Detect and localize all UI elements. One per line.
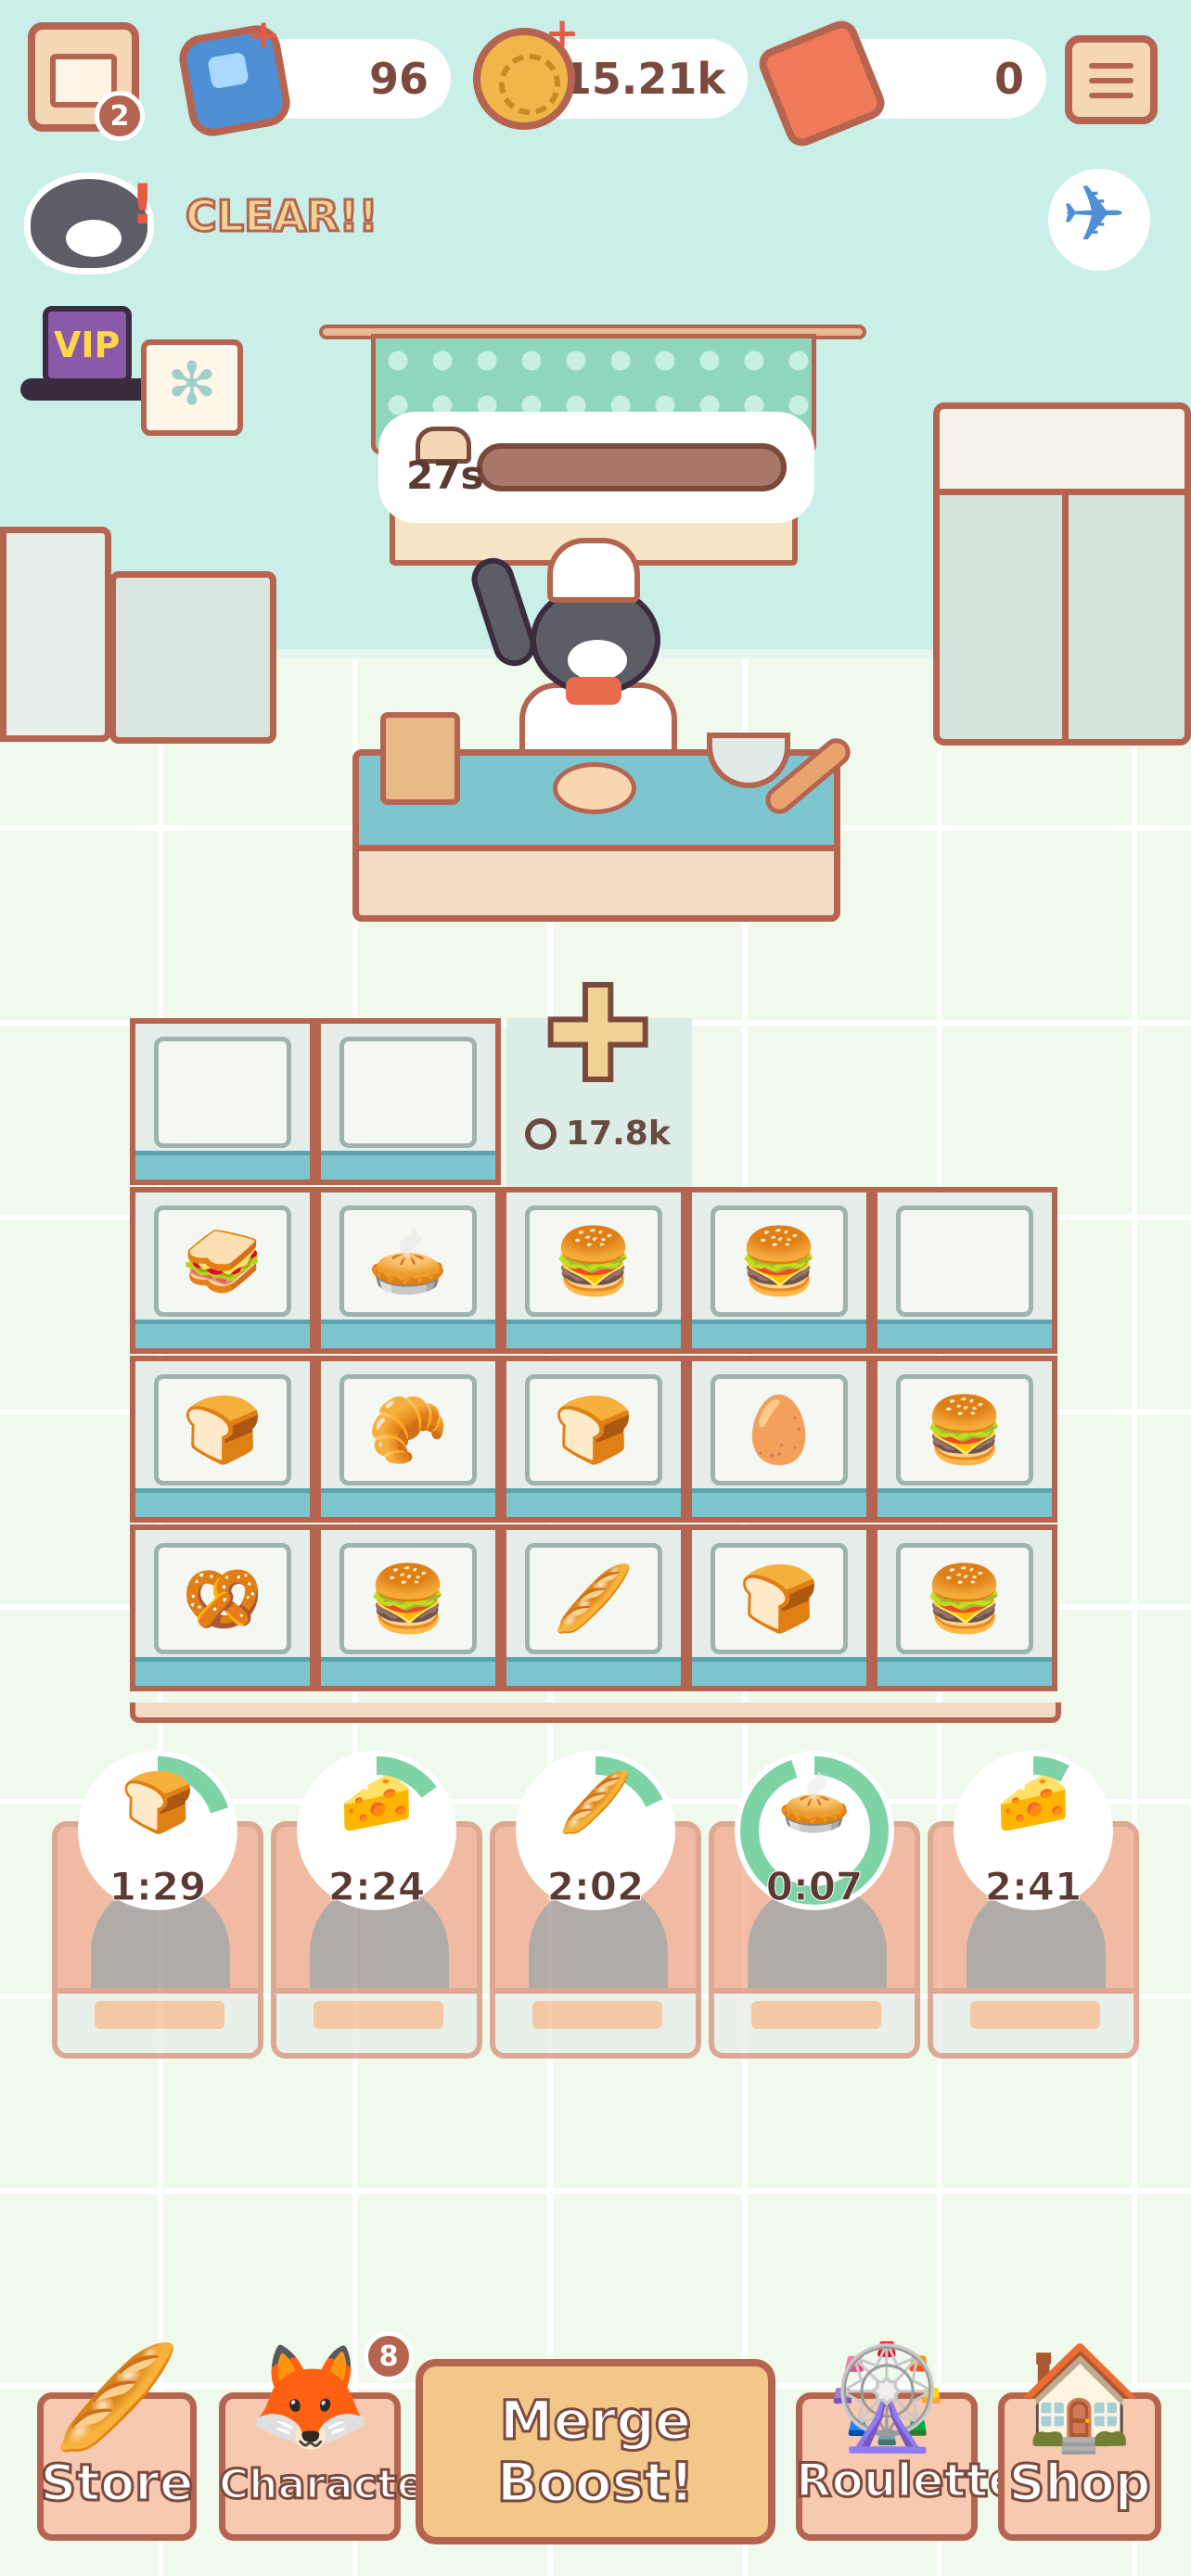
red-panda-icon: 🦊: [246, 2338, 374, 2456]
vip-button[interactable]: VIP: [20, 297, 154, 408]
empty-slot[interactable]: [315, 1018, 501, 1185]
oven-timer: 2:24: [327, 1864, 426, 1910]
bread-icon: 🥖: [558, 1768, 633, 1838]
merge-slot[interactable]: 🥚: [686, 1356, 872, 1523]
dough-icon[interactable]: 🥚: [738, 1397, 819, 1462]
merge-slot[interactable]: 🍔: [872, 1356, 1057, 1523]
merge-slot[interactable]: 🍔: [315, 1524, 501, 1691]
burger-icon[interactable]: 🍔: [924, 1397, 1005, 1462]
merge-slot[interactable]: 🍞: [686, 1524, 872, 1691]
oven-timer: 2:41: [984, 1864, 1082, 1910]
airplane-icon[interactable]: [1048, 169, 1150, 271]
dough-icon: [553, 762, 636, 814]
vip-label: VIP: [54, 325, 121, 365]
grid-base: [130, 1702, 1061, 1723]
empty-slot[interactable]: [872, 1187, 1057, 1354]
merge-slot[interactable]: 🍞: [501, 1356, 686, 1523]
clear-label: CLEAR!!: [184, 190, 378, 243]
oven-timer: 2:02: [546, 1864, 645, 1910]
baking-timer: 27s: [378, 412, 814, 523]
pie-icon[interactable]: 🥧: [367, 1229, 448, 1294]
unlock-cost: 17.8k: [525, 1115, 671, 1153]
sandwich-icon[interactable]: 🥪: [182, 1229, 263, 1294]
add-gems-icon[interactable]: +: [245, 15, 282, 56]
sink: [109, 571, 276, 744]
burger-icon[interactable]: 🍔: [553, 1229, 634, 1294]
burger-icon[interactable]: 🍔: [924, 1566, 1005, 1631]
character-label: Character: [218, 2460, 446, 2510]
merge-slot[interactable]: 🥖: [501, 1524, 686, 1691]
unlock-cost-value: 17.8k: [566, 1115, 671, 1153]
toast-icon[interactable]: 🍞: [553, 1397, 634, 1462]
shop-label: Shop: [1007, 2453, 1152, 2514]
loaf-icon[interactable]: 🍞: [738, 1566, 819, 1631]
merge-label-line2: Boost!: [495, 2450, 696, 2514]
gem-count: 96: [368, 54, 429, 104]
merge-slot[interactable]: 🥧: [315, 1187, 501, 1354]
menu-button[interactable]: [1065, 35, 1158, 124]
add-coins-icon[interactable]: +: [544, 13, 581, 54]
character-badge: 8: [364, 2331, 414, 2381]
flour-bag-icon: [380, 712, 460, 805]
roulette-button[interactable]: 🎡 Roulette: [795, 2338, 1021, 2541]
merge-slot[interactable]: 🥪: [130, 1187, 315, 1354]
cabinet: [0, 527, 111, 742]
quest-badge: 2: [95, 91, 145, 141]
merge-slot[interactable]: 🥐: [315, 1356, 501, 1523]
cheese-icon: 🧀: [339, 1768, 414, 1838]
bread-icon: 🥖: [53, 2338, 181, 2456]
fan-icon: [141, 339, 243, 436]
pretzel-icon[interactable]: 🥨: [182, 1566, 263, 1631]
alert-icon: !: [130, 172, 156, 237]
timer-text: 27s: [406, 453, 484, 498]
ticket-count: 0: [993, 54, 1024, 104]
empty-slot[interactable]: [130, 1018, 315, 1185]
oven-timer: 0:07: [765, 1864, 864, 1910]
burger-icon[interactable]: 🍔: [738, 1229, 819, 1294]
plus-icon[interactable]: ✚: [541, 968, 655, 1103]
coin-count: 15.21k: [561, 54, 725, 104]
store-label: Store: [39, 2453, 195, 2514]
croissant-icon[interactable]: 🥐: [367, 1397, 448, 1462]
toast-icon[interactable]: 🍞: [182, 1397, 263, 1462]
store-button[interactable]: 🥖 Store: [37, 2346, 197, 2541]
toast-icon: 🍞: [121, 1768, 195, 1838]
timer-progress-bar: [477, 443, 787, 491]
roulette-wheel-icon: 🎡: [823, 2338, 951, 2456]
baguette-icon[interactable]: 🥖: [553, 1566, 634, 1631]
shop-icon: 🏠: [1016, 2338, 1144, 2456]
burger-icon[interactable]: 🍔: [367, 1566, 448, 1631]
merge-slot[interactable]: 🍔: [501, 1187, 686, 1354]
roulette-label: Roulette: [795, 2453, 1021, 2509]
shop-button[interactable]: 🏠 Shop: [998, 2346, 1161, 2541]
oven-timer: 1:29: [109, 1864, 207, 1910]
merge-slot[interactable]: 🍞: [130, 1356, 315, 1523]
fridge: [933, 402, 1191, 746]
quest-board-button[interactable]: 2: [28, 22, 145, 141]
merge-label-line1: Merge: [498, 2389, 693, 2453]
merge-boost-button[interactable]: Merge Boost!: [416, 2359, 775, 2544]
merge-slot[interactable]: 🍔: [686, 1187, 872, 1354]
cheese-icon: 🧀: [996, 1768, 1070, 1838]
tart-icon: 🥧: [777, 1768, 852, 1838]
coin-icon: [525, 1117, 557, 1150]
merge-slot[interactable]: 🥨: [130, 1524, 315, 1691]
merge-slot[interactable]: 🍔: [872, 1524, 1057, 1691]
